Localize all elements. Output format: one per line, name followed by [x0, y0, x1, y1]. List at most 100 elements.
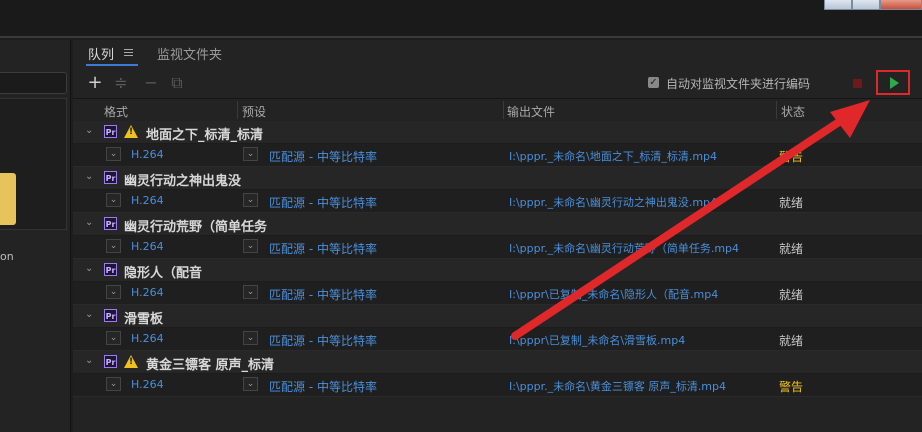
output-file-link[interactable]: I:\pppr\已复制_未命名\隐形人（配音.mp4: [509, 286, 773, 302]
format-value[interactable]: H.264: [131, 240, 164, 253]
preset-dropdown[interactable]: ⌄: [243, 331, 258, 345]
chevron-down-icon: ⌄: [109, 333, 118, 343]
job-output-row[interactable]: ⌄ H.264 ⌄ 匹配源 - 中等比特率 I:\pppr._未命名\黄金三镖客 原声_…: [73, 374, 922, 397]
output-file-link[interactable]: I:\pppr._未命名\地面之下_标清_标清.mp4: [509, 148, 773, 164]
chevron-down-icon[interactable]: ⌄: [85, 263, 93, 274]
preset-dropdown[interactable]: ⌄: [243, 377, 258, 391]
preset-dropdown[interactable]: ⌄: [243, 193, 258, 207]
format-dropdown[interactable]: ⌄: [106, 193, 121, 207]
column-divider[interactable]: [237, 101, 238, 119]
job-output-row[interactable]: ⌄ H.264 ⌄ 匹配源 - 中等比特率 I:\pppr._未命名\地面之下_标清_标…: [73, 144, 922, 167]
sliders-icon: ≑: [114, 73, 128, 92]
job-output-row[interactable]: ⌄ H.264 ⌄ 匹配源 - 中等比特率 I:\pppr\已复制_未命名\滑雪板.mp…: [73, 328, 922, 351]
project-search-input[interactable]: [0, 72, 67, 94]
job-group-row[interactable]: ⌄ Pr 幽灵行动荒野（简单任务: [73, 213, 922, 236]
start-queue-highlight: [876, 70, 910, 95]
add-source-button[interactable]: +: [87, 74, 103, 92]
output-file-link[interactable]: I:\pppr\已复制_未命名\滑雪板.mp4: [509, 332, 773, 348]
chevron-down-icon: ⌄: [246, 287, 255, 297]
premiere-pro-icon: Pr: [104, 309, 117, 322]
format-value[interactable]: H.264: [131, 332, 164, 345]
job-group-row[interactable]: ⌄ Pr! 黄金三镖客 原声_标清: [73, 351, 922, 374]
chevron-down-icon: ⌄: [246, 333, 255, 343]
folder-icon[interactable]: [0, 173, 16, 225]
project-bin: on: [0, 98, 67, 263]
job-group-row[interactable]: ⌄ Pr 幽灵行动之神出鬼没: [73, 167, 922, 190]
chevron-down-icon: ⌄: [109, 195, 118, 205]
stop-queue-button[interactable]: [853, 79, 862, 88]
preset-dropdown[interactable]: ⌄: [243, 239, 258, 253]
tab-watch-folders[interactable]: 监视文件夹: [157, 44, 222, 63]
frame-divider: [0, 36, 922, 38]
format-dropdown[interactable]: ⌄: [106, 377, 121, 391]
duplicate-icon: ⧉: [171, 73, 183, 92]
chevron-down-icon[interactable]: ⌄: [85, 355, 93, 366]
format-value[interactable]: H.264: [131, 286, 164, 299]
format-value[interactable]: H.264: [131, 378, 164, 391]
output-file-link[interactable]: I:\pppr._未命名\幽灵行动之神出鬼没.mp4: [509, 194, 773, 210]
job-name: 隐形人（配音: [124, 266, 203, 281]
premiere-pro-icon: Pr: [104, 263, 117, 276]
chevron-down-icon[interactable]: ⌄: [85, 171, 93, 182]
status-text: 就绪: [779, 242, 804, 256]
job-group-row[interactable]: ⌄ Pr 滑雪板: [73, 305, 922, 328]
duplicate-button[interactable]: ⧉: [169, 75, 185, 91]
status-text: 就绪: [779, 288, 804, 302]
auto-encode-label: 自动对监视文件夹进行编码: [666, 77, 811, 91]
preset-value[interactable]: 匹配源 - 中等比特率: [269, 148, 377, 165]
chevron-down-icon: ⌄: [246, 241, 255, 251]
job-name: 黄金三镖客 原声_标清: [146, 358, 275, 373]
chevron-down-icon: ⌄: [109, 241, 118, 251]
chevron-down-icon: ⌄: [109, 379, 118, 389]
output-file-link[interactable]: I:\pppr._未命名\黄金三镖客 原声_标清.mp4: [509, 378, 773, 394]
format-dropdown[interactable]: ⌄: [106, 147, 121, 161]
settings-sliders-button[interactable]: ≑: [113, 75, 129, 91]
premiere-pro-icon: Pr: [104, 355, 117, 368]
chevron-down-icon[interactable]: ⌄: [85, 217, 93, 228]
close-button[interactable]: [880, 0, 922, 10]
job-group-row[interactable]: ⌄ Pr! 地面之下_标清_标清: [73, 121, 922, 144]
column-header: 格式 预设 输出文件 状态: [73, 98, 922, 121]
preset-value[interactable]: 匹配源 - 中等比特率: [269, 286, 377, 303]
column-output-file[interactable]: 输出文件: [507, 103, 555, 120]
maximize-button[interactable]: [852, 0, 880, 10]
column-status[interactable]: 状态: [781, 103, 805, 120]
auto-encode-checkbox[interactable]: ✓: [648, 77, 659, 88]
status-text: 就绪: [779, 334, 804, 348]
format-dropdown[interactable]: ⌄: [106, 239, 121, 253]
job-output-row[interactable]: ⌄ H.264 ⌄ 匹配源 - 中等比特率 I:\pppr\已复制_未命名\隐形人（配音…: [73, 282, 922, 305]
status-text: 就绪: [779, 196, 804, 210]
chevron-down-icon[interactable]: ⌄: [85, 309, 93, 320]
preset-value[interactable]: 匹配源 - 中等比特率: [269, 194, 377, 211]
job-output-row[interactable]: ⌄ H.264 ⌄ 匹配源 - 中等比特率 I:\pppr._未命名\幽灵行动荒野（简单…: [73, 236, 922, 259]
queue-panel: 队列 监视文件夹 + ≑ − ⧉ ✓ 自动对监视文件夹进行编码 格式 预设 输出…: [73, 40, 922, 432]
status-text: 警告: [779, 150, 804, 164]
column-divider[interactable]: [503, 101, 504, 119]
column-divider[interactable]: [776, 101, 777, 119]
preset-value[interactable]: 匹配源 - 中等比特率: [269, 332, 377, 349]
preset-dropdown[interactable]: ⌄: [243, 147, 258, 161]
chevron-down-icon[interactable]: ⌄: [85, 125, 93, 136]
tab-queue[interactable]: 队列: [88, 44, 114, 63]
minimize-button[interactable]: [824, 0, 852, 10]
premiere-pro-icon: Pr: [104, 217, 117, 230]
format-dropdown[interactable]: ⌄: [106, 331, 121, 345]
job-output-row[interactable]: ⌄ H.264 ⌄ 匹配源 - 中等比特率 I:\pppr._未命名\幽灵行动之神出鬼没…: [73, 190, 922, 213]
output-file-link[interactable]: I:\pppr._未命名\幽灵行动荒野（简单任务.mp4: [509, 240, 773, 256]
format-value[interactable]: H.264: [131, 194, 164, 207]
preset-value[interactable]: 匹配源 - 中等比特率: [269, 378, 377, 395]
chevron-down-icon: ⌄: [246, 379, 255, 389]
premiere-pro-icon: Pr: [104, 125, 117, 138]
format-dropdown[interactable]: ⌄: [106, 285, 121, 299]
hamburger-menu-icon[interactable]: [124, 49, 133, 58]
job-group-row[interactable]: ⌄ Pr 隐形人（配音: [73, 259, 922, 282]
start-queue-button[interactable]: [890, 77, 899, 89]
job-name: 滑雪板: [124, 312, 164, 327]
column-preset[interactable]: 预设: [242, 103, 266, 120]
preset-dropdown[interactable]: ⌄: [243, 285, 258, 299]
column-format[interactable]: 格式: [104, 103, 128, 120]
preset-value[interactable]: 匹配源 - 中等比特率: [269, 240, 377, 257]
remove-button[interactable]: −: [143, 75, 159, 91]
window-title-bar: [0, 0, 922, 36]
format-value[interactable]: H.264: [131, 148, 164, 161]
